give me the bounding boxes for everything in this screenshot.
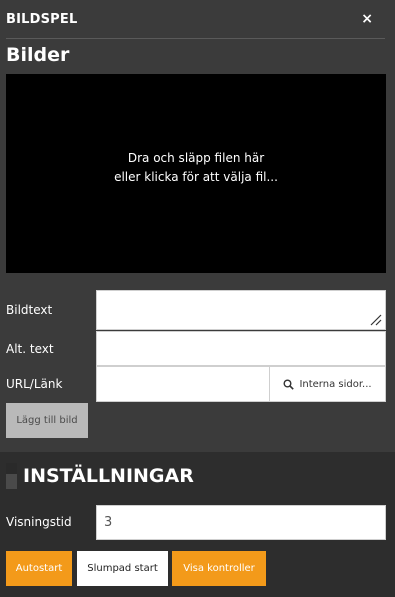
alt-text-label: Alt. text bbox=[6, 342, 54, 356]
settings-header: INSTÄLLNINGAR bbox=[6, 463, 194, 489]
display-time-input[interactable]: 3 bbox=[96, 505, 386, 540]
dropzone-text-line2: eller klicka för att välja fil... bbox=[114, 169, 278, 184]
random-start-button[interactable]: Slumpad start bbox=[77, 551, 168, 586]
dropzone-text-line1: Dra och släpp filen här bbox=[127, 150, 265, 165]
close-icon[interactable]: × bbox=[361, 11, 373, 27]
panel-title: BILDSPEL bbox=[6, 11, 78, 27]
display-time-label: Visningstid bbox=[6, 515, 72, 529]
add-image-button[interactable]: Lägg till bild bbox=[6, 403, 88, 438]
images-section-title: Bilder bbox=[6, 44, 70, 66]
url-input[interactable] bbox=[96, 366, 270, 402]
panel-header: BILDSPEL × bbox=[6, 0, 385, 39]
settings-title: INSTÄLLNINGAR bbox=[23, 465, 194, 487]
resize-handle-icon[interactable] bbox=[370, 314, 382, 326]
caption-textarea[interactable] bbox=[96, 290, 386, 330]
settings-toggle-icon[interactable] bbox=[6, 463, 17, 489]
autostart-button[interactable]: Autostart bbox=[6, 551, 72, 586]
show-controls-button[interactable]: Visa kontroller bbox=[172, 551, 266, 586]
url-label: URL/Länk bbox=[6, 377, 63, 391]
image-dropzone[interactable]: Dra och släpp filen här eller klicka för… bbox=[6, 74, 386, 273]
caption-label: Bildtext bbox=[6, 303, 53, 317]
alt-text-input[interactable] bbox=[96, 331, 386, 366]
internal-pages-label: Interna sidor... bbox=[299, 378, 372, 390]
internal-pages-button[interactable]: Interna sidor... bbox=[269, 366, 386, 402]
search-icon bbox=[283, 379, 295, 390]
